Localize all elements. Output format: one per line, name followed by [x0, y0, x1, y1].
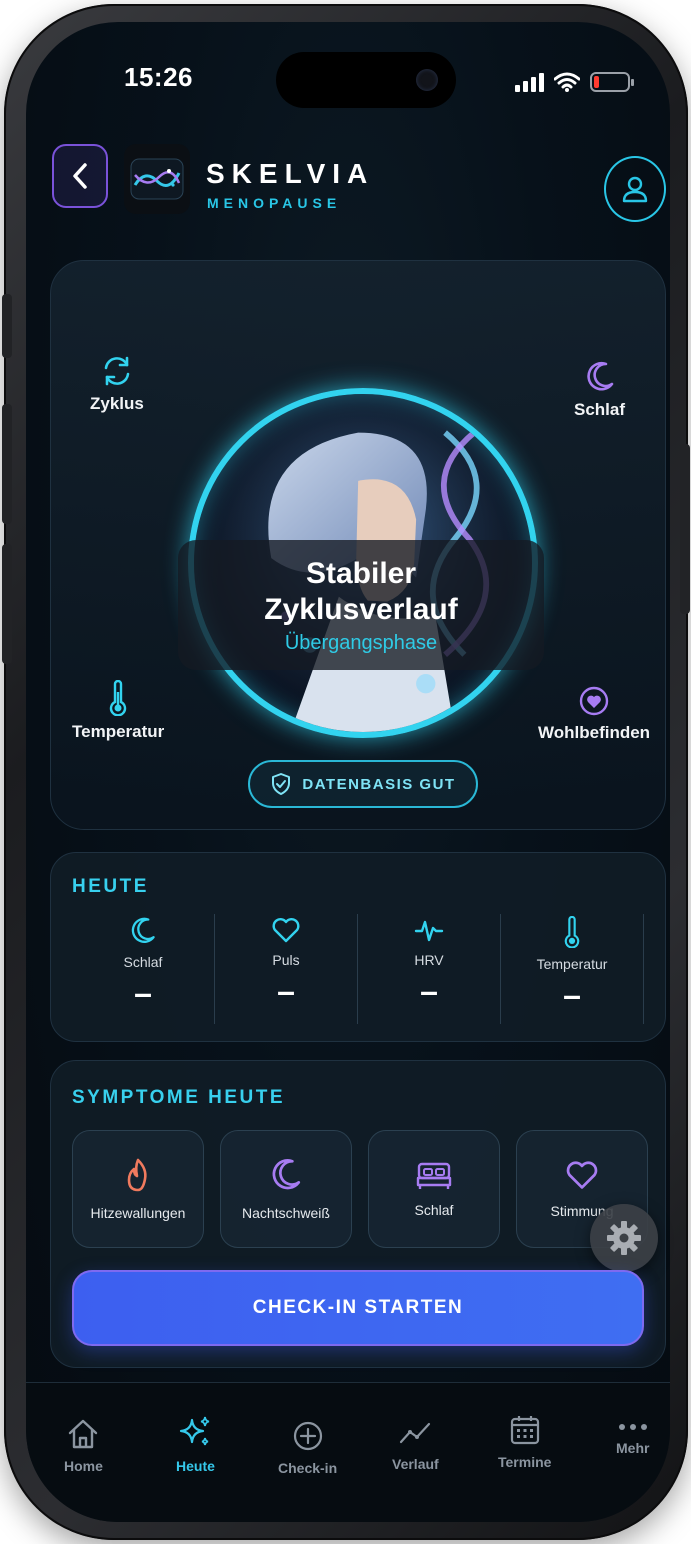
thermometer-icon	[109, 680, 127, 716]
metric-cycle-label: Zyklus	[90, 394, 144, 413]
today-item-pulse[interactable]: Puls –	[215, 914, 358, 1024]
today-item-value: –	[134, 975, 152, 1011]
today-item-label: Schlaf	[123, 954, 163, 970]
heart-icon	[272, 918, 300, 943]
hero-title: Stabiler Zyklusverlauf	[264, 556, 458, 626]
pulse-icon	[414, 920, 444, 942]
tab-today[interactable]: Heute	[176, 1414, 215, 1474]
symptoms-section-label: SYMPTOME HEUTE	[72, 1087, 286, 1108]
today-item-hrv[interactable]: HRV –	[358, 914, 501, 1024]
volume-up-button	[2, 404, 12, 524]
data-quality-label: DATENBASIS GUT	[302, 775, 456, 793]
power-button	[680, 444, 690, 614]
tab-home-label: Home	[64, 1458, 103, 1474]
hero-phase: Übergangsphase	[284, 631, 438, 654]
symptom-night-sweats[interactable]: Nachtschweiß	[220, 1130, 352, 1248]
profile-button[interactable]	[604, 156, 666, 222]
flame-icon	[127, 1158, 147, 1192]
settings-fab[interactable]	[590, 1204, 658, 1272]
metric-sleep-label: Schlaf	[574, 400, 626, 419]
dynamic-island	[276, 52, 456, 108]
today-section-label: HEUTE	[72, 876, 149, 897]
hero-status-overlay: Stabiler Zyklusverlauf Übergangsphase	[178, 540, 544, 670]
back-button[interactable]	[52, 144, 108, 208]
more-dots-icon	[618, 1424, 647, 1430]
metric-cycle[interactable]: Zyklus	[90, 354, 144, 414]
heart-icon	[566, 1161, 598, 1189]
metric-temperature[interactable]: Temperatur	[72, 680, 164, 742]
tab-checkin[interactable]: Check-in	[278, 1420, 337, 1476]
plus-circle-icon	[293, 1421, 322, 1451]
today-item-label: Temperatur	[536, 956, 608, 972]
metric-sleep[interactable]: Schlaf	[574, 360, 625, 420]
app-logo	[124, 144, 190, 214]
tab-history-label: Verlauf	[392, 1456, 439, 1472]
tab-today-label: Heute	[176, 1458, 215, 1474]
heart-circle-icon	[579, 686, 609, 716]
symptom-tiles: Hitzewallungen Nachtschweiß Schlaf Stimm…	[72, 1130, 648, 1248]
symptom-label: Hitzewallungen	[90, 1205, 186, 1221]
data-quality-badge[interactable]: DATENBASIS GUT	[248, 760, 478, 808]
symptom-label: Nachtschweiß	[242, 1205, 330, 1221]
battery-icon	[590, 72, 634, 92]
camera-icon	[416, 69, 438, 91]
signal-icon	[515, 72, 544, 92]
user-icon	[622, 176, 648, 203]
phone-frame: 15:26 SKELVIA MENOPAUSE Zyklus Schlaf St…	[2, 4, 690, 1540]
today-item-temperature[interactable]: Temperatur –	[501, 914, 644, 1024]
dna-wave-logo-icon	[130, 158, 184, 200]
symptom-hot-flashes[interactable]: Hitzewallungen	[72, 1130, 204, 1248]
today-item-sleep[interactable]: Schlaf –	[72, 914, 215, 1024]
moon-icon	[586, 361, 613, 391]
cycle-icon	[104, 356, 130, 386]
tab-appointments-label: Termine	[498, 1454, 552, 1470]
today-item-value: –	[420, 973, 438, 1009]
volume-down-button	[2, 544, 12, 664]
metric-wellbeing[interactable]: Wohlbefinden	[538, 685, 650, 743]
calendar-icon	[510, 1416, 539, 1445]
tab-more-label: Mehr	[616, 1440, 650, 1456]
today-item-label: HRV	[414, 952, 444, 968]
metric-wellbeing-label: Wohlbefinden	[538, 723, 651, 742]
tab-checkin-label: Check-in	[278, 1460, 338, 1476]
shield-check-icon	[272, 773, 291, 795]
status-time: 15:26	[124, 62, 193, 92]
moon-icon	[272, 1159, 301, 1190]
line-chart-icon	[400, 1422, 431, 1444]
moon-icon	[131, 917, 155, 943]
tab-more[interactable]: Mehr	[616, 1422, 649, 1456]
home-icon	[69, 1419, 98, 1449]
thermometer-icon	[564, 916, 580, 948]
metric-temperature-label: Temperatur	[72, 722, 165, 741]
symptom-sleep[interactable]: Schlaf	[368, 1130, 500, 1248]
today-item-value: –	[563, 977, 581, 1013]
chevron-left-icon	[73, 163, 87, 189]
brand-subtitle: MENOPAUSE	[207, 195, 342, 211]
gear-icon	[607, 1221, 641, 1255]
sparkles-icon	[180, 1416, 210, 1446]
today-item-label: Puls	[272, 952, 300, 968]
symptom-label: Schlaf	[414, 1202, 454, 1218]
today-item-value: –	[277, 973, 295, 1009]
tab-home[interactable]: Home	[64, 1418, 103, 1474]
brand-name: SKELVIA	[206, 158, 375, 189]
wifi-icon	[554, 72, 580, 92]
today-metrics: Schlaf – Puls – HRV – Temperatur –	[72, 914, 644, 1024]
action-button	[2, 294, 12, 358]
tab-history[interactable]: Verlauf	[392, 1418, 439, 1472]
tab-appointments[interactable]: Termine	[498, 1414, 551, 1470]
tab-bar	[26, 1382, 670, 1522]
start-checkin-button[interactable]: CHECK-IN STARTEN	[72, 1270, 644, 1346]
bed-icon	[416, 1162, 452, 1189]
status-icons	[515, 72, 634, 92]
